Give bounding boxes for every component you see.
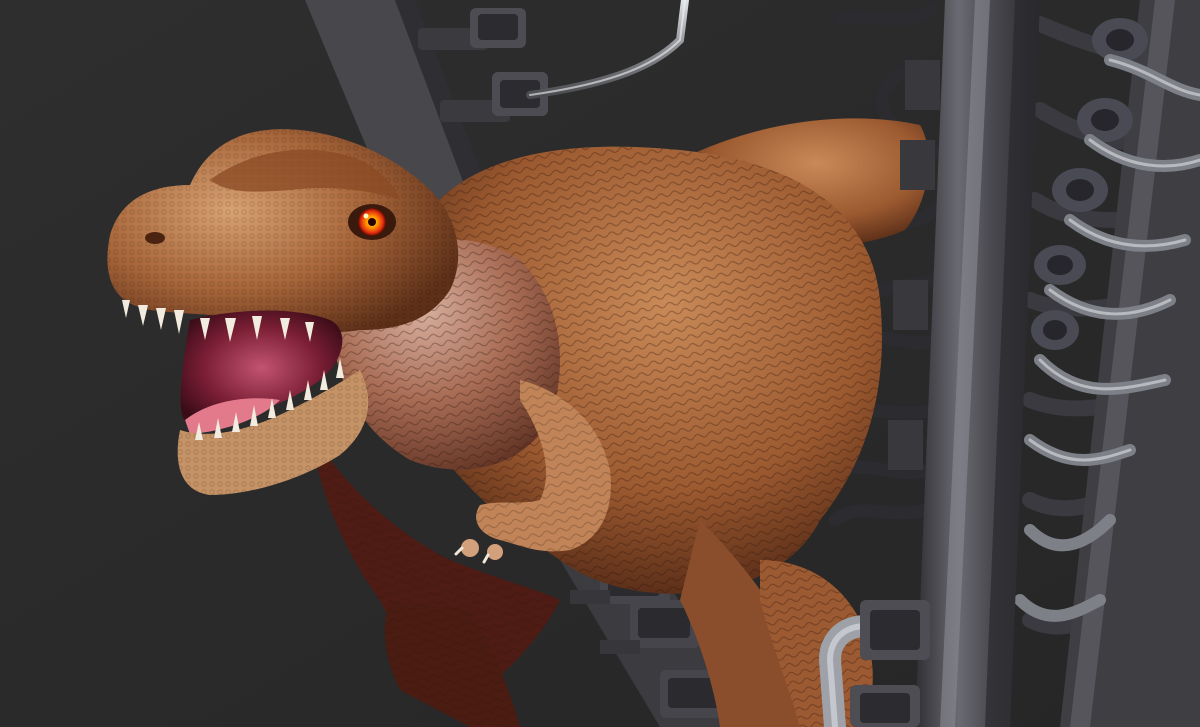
render-viewport bbox=[0, 0, 1200, 727]
eye bbox=[348, 204, 396, 240]
nostril bbox=[145, 232, 165, 244]
render-canvas bbox=[0, 0, 1200, 727]
